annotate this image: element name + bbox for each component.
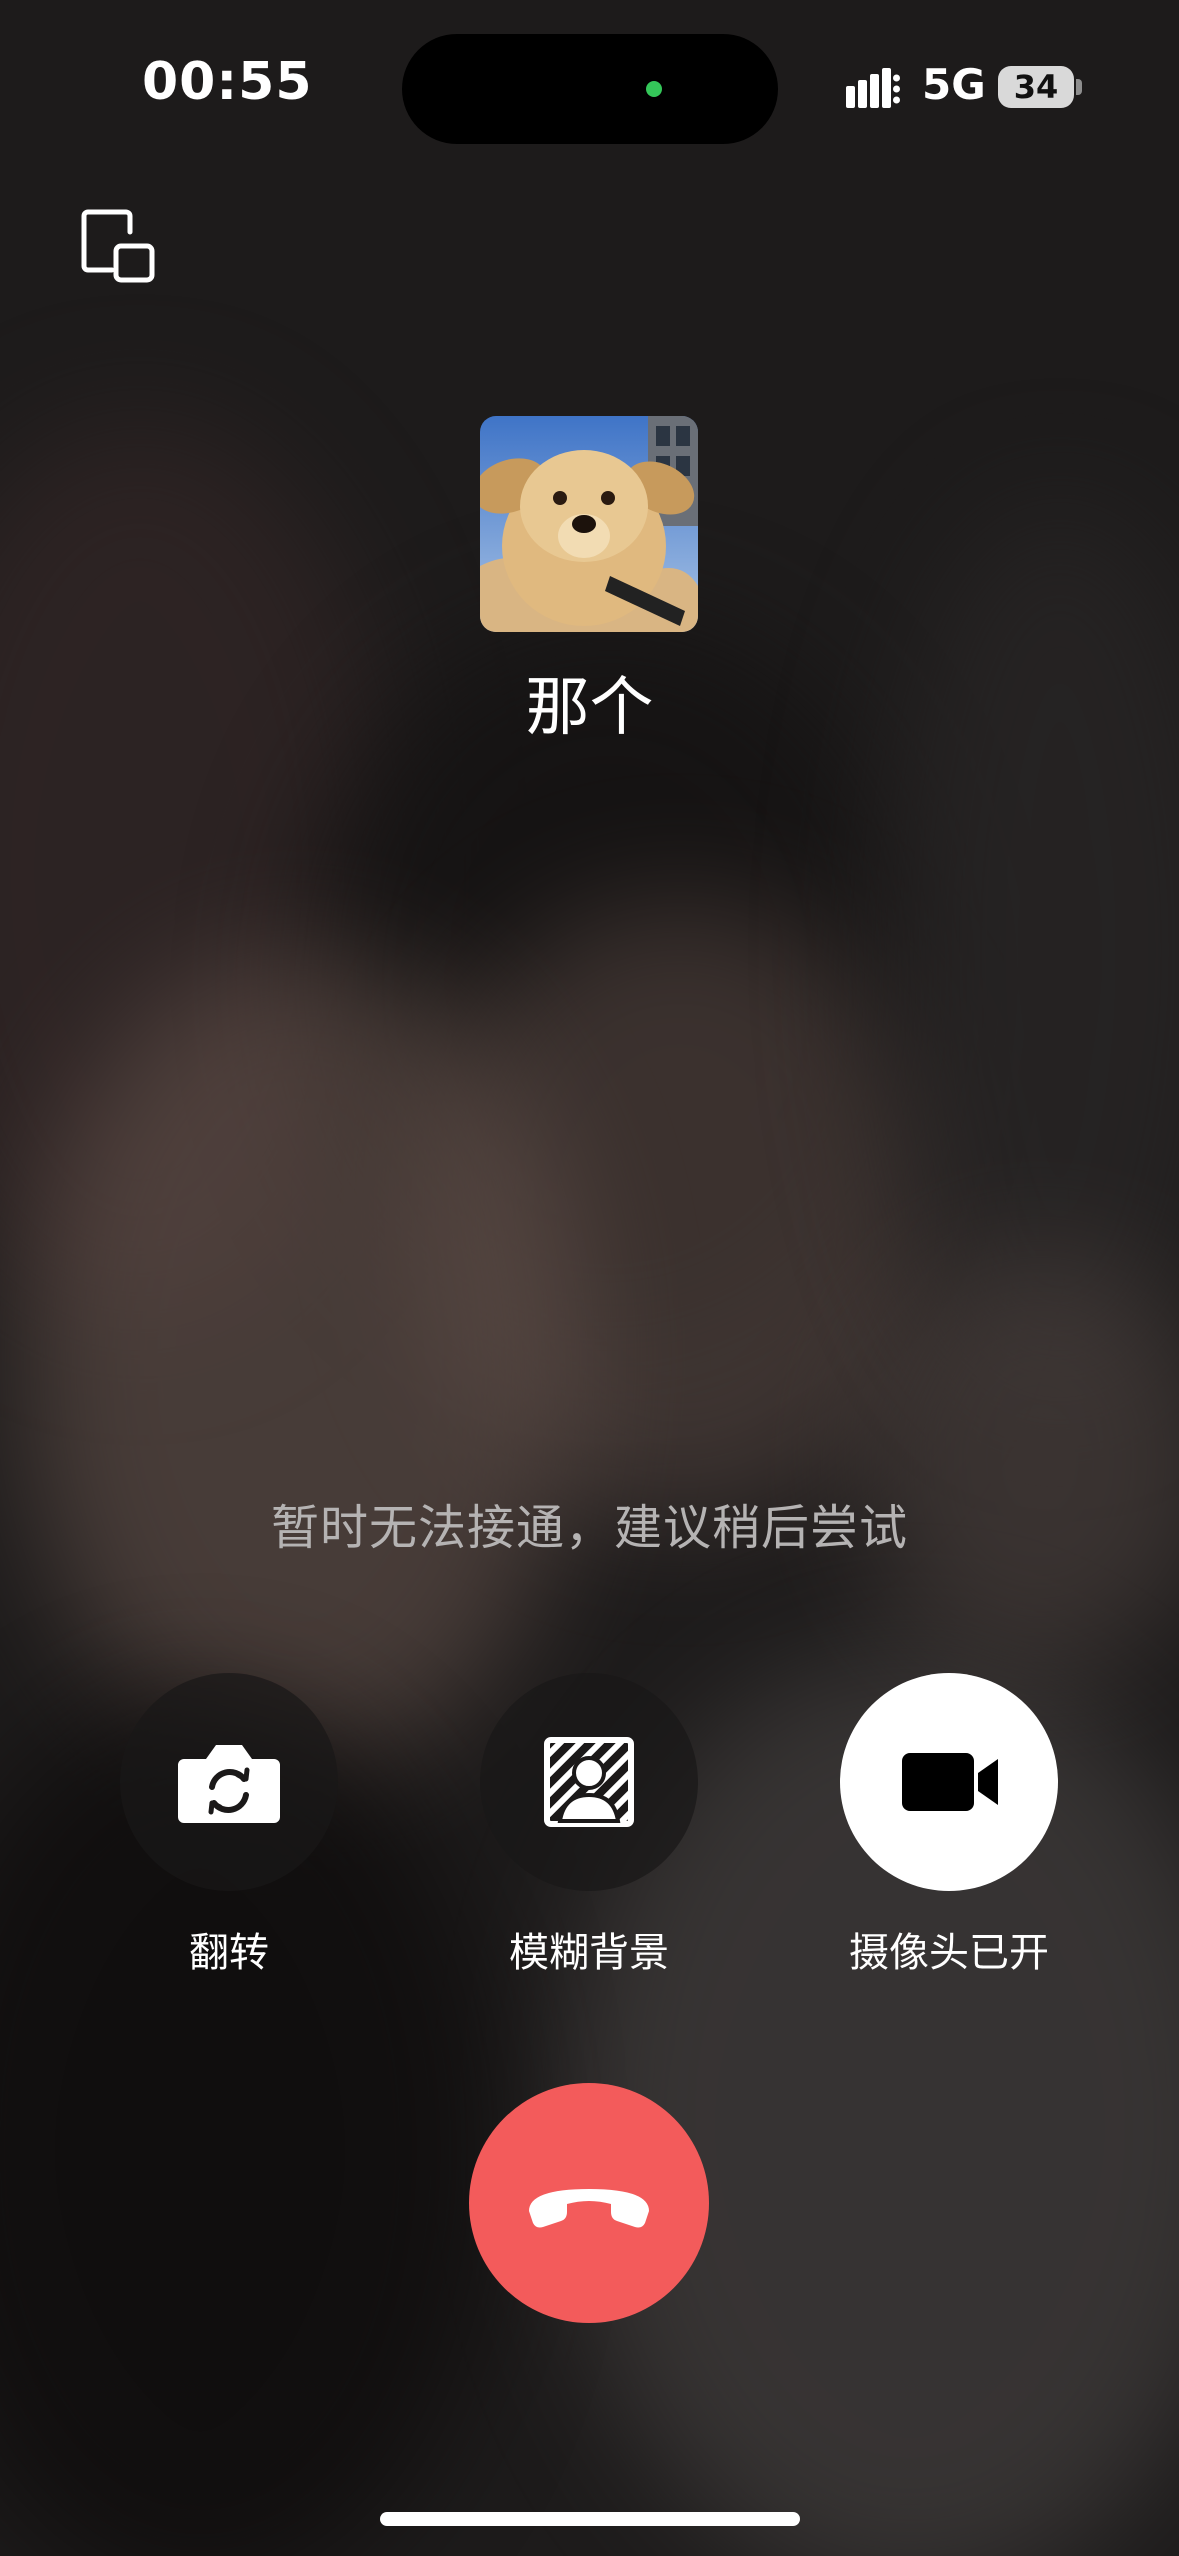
cellular-signal-icon	[846, 68, 900, 108]
hang-up-button[interactable]	[469, 2083, 709, 2323]
video-camera-icon	[902, 1753, 998, 1811]
flip-camera-button[interactable]	[120, 1673, 338, 1891]
camera-in-use-indicator	[646, 81, 662, 97]
dynamic-island	[402, 34, 778, 144]
status-bar: 00:55 5G 34	[0, 0, 1179, 180]
status-time: 00:55	[142, 52, 313, 112]
dog-avatar	[480, 416, 698, 632]
contact-avatar	[480, 416, 698, 632]
battery-level: 34	[998, 66, 1074, 108]
flip-camera-label: 翻转	[189, 1930, 269, 1976]
battery-cap	[1076, 79, 1082, 95]
home-indicator[interactable]	[380, 2512, 800, 2526]
hang-up-phone-icon	[529, 2189, 649, 2228]
contact-name: 那个	[525, 671, 654, 745]
picture-in-picture-icon	[81, 209, 155, 283]
blur-background-icon	[544, 1737, 634, 1827]
call-status-message: 暂时无法接通，建议稍后尝试	[270, 1500, 908, 1556]
camera-toggle-label: 摄像头已开	[849, 1930, 1049, 1976]
blur-background-label: 模糊背景	[509, 1930, 669, 1976]
minimize-call-button[interactable]	[78, 206, 158, 286]
camera-flip-icon	[178, 1745, 280, 1823]
network-type: 5G	[922, 60, 986, 109]
blur-background-button[interactable]	[480, 1673, 698, 1891]
camera-toggle-button[interactable]	[840, 1673, 1058, 1891]
